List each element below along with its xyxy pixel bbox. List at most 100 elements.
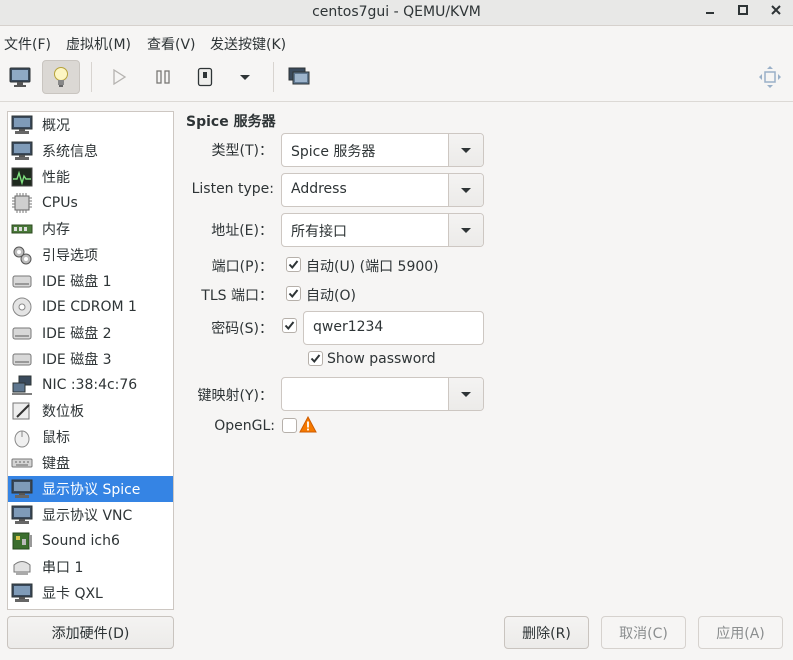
menu-vm[interactable]: 虚拟机(M) — [66, 34, 131, 54]
hardware-list-item-label: CPUs — [42, 195, 78, 211]
type-combo[interactable]: Spice 服务器 — [281, 133, 484, 167]
checkmark-icon — [284, 321, 295, 331]
hardware-list-item[interactable]: 概况 — [8, 112, 173, 138]
toolbar — [0, 56, 793, 102]
hardware-list-item-label: 概况 — [42, 118, 70, 134]
hardware-list-item-label: IDE 磁盘 3 — [42, 352, 112, 368]
hardware-list-item[interactable]: 内存 — [8, 216, 173, 242]
address-label: 地址(E)： — [211, 223, 273, 239]
tls-port-auto-checkbox[interactable] — [286, 286, 301, 301]
password-field[interactable]: qwer1234 — [303, 311, 484, 345]
monitor-icon — [11, 478, 33, 500]
maximize-icon — [738, 5, 748, 15]
listen-type-dropdown-button[interactable] — [448, 174, 483, 206]
hardware-list-item-label: IDE CDROM 1 — [42, 299, 137, 315]
chevron-down-icon — [461, 227, 471, 233]
memory-icon — [11, 218, 33, 240]
opengl-label: OpenGL: — [214, 418, 275, 434]
menu-view[interactable]: 查看(V) — [147, 34, 196, 54]
mouse-icon — [11, 426, 33, 448]
menu-file[interactable]: 文件(F) — [4, 34, 51, 54]
tls-port-label: TLS 端口： — [201, 288, 273, 304]
keymap-dropdown-button[interactable] — [448, 378, 483, 410]
hardware-list-item[interactable]: 系统信息 — [8, 138, 173, 164]
hardware-list-item[interactable]: IDE 磁盘 2 — [8, 320, 173, 346]
port-auto-label[interactable]: 自动(U) (端口 5900) — [306, 256, 439, 276]
hardware-list-item[interactable]: 显卡 QXL — [8, 580, 173, 606]
disk-icon — [11, 322, 33, 344]
hardware-list-item[interactable]: 性能 — [8, 164, 173, 190]
apply-button[interactable]: 应用(A) — [698, 616, 783, 649]
hardware-list-item-label: 引导选项 — [42, 248, 98, 264]
show-password-label[interactable]: Show password — [327, 351, 436, 367]
monitor-icon — [9, 67, 31, 87]
type-label: 类型(T)： — [211, 143, 273, 159]
listen-type-combo[interactable]: Address — [281, 173, 484, 207]
console-button[interactable] — [1, 60, 39, 94]
address-combo[interactable]: 所有接口 — [281, 213, 484, 247]
chevron-down-icon — [461, 147, 471, 153]
pause-icon — [156, 70, 170, 84]
opengl-checkbox[interactable] — [282, 418, 297, 433]
password-checkbox[interactable] — [282, 318, 297, 333]
pause-button[interactable] — [144, 60, 182, 94]
hardware-list-item-label: 性能 — [42, 170, 70, 186]
hardware-list-item[interactable]: 显示协议 VNC — [8, 502, 173, 528]
address-value: 所有接口 — [291, 224, 347, 240]
shutdown-button[interactable] — [186, 60, 224, 94]
type-dropdown-button[interactable] — [448, 134, 483, 166]
fullscreen-button[interactable] — [751, 60, 789, 94]
hardware-list-item[interactable]: 鼠标 — [8, 424, 173, 450]
cpu-icon — [11, 192, 33, 214]
show-password-checkbox[interactable] — [308, 351, 323, 366]
keymap-label: 键映射(Y)： — [197, 388, 273, 404]
hardware-list-item[interactable]: Sound ich6 — [8, 528, 173, 554]
cancel-button[interactable]: 取消(C) — [601, 616, 686, 649]
hardware-list-item-label: 鼠标 — [42, 430, 70, 446]
monitor-icon — [11, 504, 33, 526]
menu-send-key[interactable]: 发送按键(K) — [210, 34, 286, 54]
hardware-list-item-label: 显卡 QXL — [42, 586, 103, 602]
hardware-list-item[interactable]: IDE 磁盘 1 — [8, 268, 173, 294]
hardware-list-item[interactable]: IDE CDROM 1 — [8, 294, 173, 320]
hardware-list-item-label: IDE 磁盘 2 — [42, 326, 112, 342]
monitor-icon — [11, 114, 33, 136]
toolbar-separator — [91, 62, 92, 92]
password-value: qwer1234 — [313, 319, 384, 335]
hardware-list-item[interactable]: CPUs — [8, 190, 173, 216]
hardware-list-item-label: 显示协议 VNC — [42, 508, 133, 524]
warning-icon — [299, 415, 317, 437]
keymap-combo[interactable] — [281, 377, 484, 411]
toolbar-separator — [273, 62, 274, 92]
shutdown-menu-button[interactable] — [226, 60, 264, 94]
hardware-list-item[interactable]: 键盘 — [8, 450, 173, 476]
run-button[interactable] — [100, 60, 138, 94]
fullscreen-icon — [759, 66, 781, 88]
hardware-list-item[interactable]: 引导选项 — [8, 242, 173, 268]
checkmark-icon — [310, 354, 321, 364]
remove-button[interactable]: 删除(R) — [504, 616, 589, 649]
checkmark-icon — [288, 289, 299, 299]
hardware-list-item[interactable]: IDE 磁盘 3 — [8, 346, 173, 372]
tls-port-auto-label[interactable]: 自动(O) — [306, 285, 356, 305]
hardware-list[interactable]: 概况系统信息性能 CPUs 内存引导选项 IDE 磁盘 1 IDE CDROM 1 IDE… — [7, 111, 174, 610]
hardware-list-item-label: 数位板 — [42, 404, 84, 420]
hardware-list-item[interactable]: NIC :38:4c:76 — [8, 372, 173, 398]
details-button[interactable] — [42, 60, 80, 94]
snapshot-icon — [288, 67, 310, 85]
add-hardware-button[interactable]: 添加硬件(D) — [7, 616, 174, 649]
hardware-list-item-label: 键盘 — [42, 456, 70, 472]
maximize-button[interactable] — [733, 3, 753, 23]
close-button[interactable] — [766, 3, 786, 23]
hardware-list-item[interactable]: 数位板 — [8, 398, 173, 424]
window-title: centos7gui - QEMU/KVM — [312, 4, 481, 20]
hardware-list-item-label: 串口 1 — [42, 560, 84, 576]
address-dropdown-button[interactable] — [448, 214, 483, 246]
performance-icon — [11, 166, 33, 188]
minimize-button[interactable] — [700, 3, 720, 23]
port-auto-checkbox[interactable] — [286, 257, 301, 272]
snapshots-button[interactable] — [280, 60, 318, 94]
hardware-list-item[interactable]: 显示协议 Spice — [8, 476, 173, 502]
hardware-list-item[interactable]: 串口 1 — [8, 554, 173, 580]
play-icon — [113, 69, 127, 85]
